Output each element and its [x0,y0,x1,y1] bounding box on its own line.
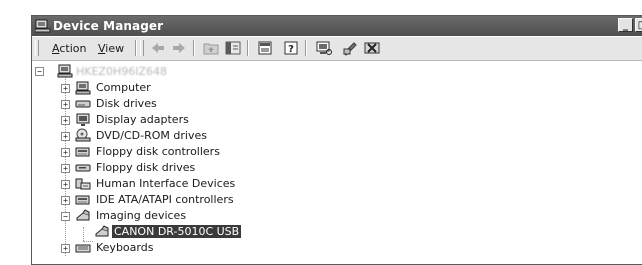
toolbar-grip[interactable] [35,40,39,56]
tree-item-keyboards[interactable]: Keyboards [96,241,153,254]
tree-expander-ide-controllers[interactable]: + [61,196,70,205]
menu-view-rest: iew [105,42,125,55]
menu-action-rest: ction [59,42,87,55]
dvd-drive-icon [75,128,91,142]
tree-item-imaging-devices[interactable]: Imaging devices [96,209,186,222]
minimize-button[interactable]: _ [618,18,633,32]
tree-expander-imaging-devices[interactable]: − [61,212,70,221]
window-title: Device Manager [53,19,164,33]
help-icon[interactable]: ? [282,40,300,56]
scan-hardware-icon[interactable] [315,40,333,56]
toolbar-separator [305,40,307,56]
svg-text:?: ? [288,44,294,55]
menu-action[interactable]: Action [52,42,86,55]
uninstall-icon[interactable] [363,40,381,56]
menu-view[interactable]: View [98,42,124,55]
computer-icon [57,64,73,78]
update-driver-icon[interactable] [341,40,359,56]
title-bar[interactable]: Device Manager _ □ [32,16,642,36]
tree-connector [83,227,84,241]
up-folder-icon[interactable] [202,40,220,56]
scanner-icon [95,225,109,237]
tree-item-floppy-drives[interactable]: Floppy disk drives [96,161,195,174]
device-tree: − HKEZ0H96IZ648 + Computer + Disk drives… [32,61,642,264]
toolbar-grip[interactable] [140,40,144,56]
tree-expander-hid[interactable]: + [61,180,70,189]
tree-item-dvd-drives[interactable]: DVD/CD-ROM drives [96,129,207,142]
device-manager-icon [35,19,51,33]
maximize-button[interactable]: □ [635,18,642,32]
hid-icon [75,178,91,190]
tree-item-floppy-controllers[interactable]: Floppy disk controllers [96,145,220,158]
toolbar-separator [135,40,137,56]
tree-root-label[interactable]: HKEZ0H96IZ648 [76,65,167,78]
tree-expander-computer[interactable]: + [61,84,70,93]
tree-expander-floppy-drives[interactable]: + [61,164,70,173]
tree-item-canon-scanner[interactable]: CANON DR-5010C USB [112,225,242,238]
display-adapter-icon [76,113,90,126]
tree-expander-root[interactable]: − [35,67,44,76]
toolbar-separator [247,40,249,56]
tree-item-hid[interactable]: Human Interface Devices [96,177,235,190]
keyboard-icon [75,244,91,253]
tree-item-computer[interactable]: Computer [96,81,151,94]
floppy-controller-icon [75,147,90,157]
window-controls: _ □ [616,18,642,34]
forward-icon[interactable] [170,40,188,56]
tree-expander-display-adapters[interactable]: + [61,116,70,125]
ide-controller-icon [75,195,90,205]
show-hide-tree-icon[interactable] [224,40,242,56]
back-icon[interactable] [149,40,167,56]
tree-expander-dvd-drives[interactable]: + [61,132,70,141]
tree-item-display-adapters[interactable]: Display adapters [96,113,189,126]
tree-item-ide-controllers[interactable]: IDE ATA/ATAPI controllers [96,193,234,206]
device-manager-window: Device Manager _ □ Action View [31,15,642,265]
disk-drive-icon [75,100,91,108]
tree-item-disk-drives[interactable]: Disk drives [96,97,157,110]
imaging-device-icon [76,209,90,221]
menu-toolbar-bar: Action View ? [32,37,642,61]
tree-expander-keyboards[interactable]: + [61,244,70,253]
toolbar-separator [193,40,195,56]
tree-expander-disk-drives[interactable]: + [61,100,70,109]
floppy-drive-icon [75,164,91,172]
properties-icon[interactable] [256,40,274,56]
computer-icon [75,81,91,95]
tree-expander-floppy-controllers[interactable]: + [61,148,70,157]
